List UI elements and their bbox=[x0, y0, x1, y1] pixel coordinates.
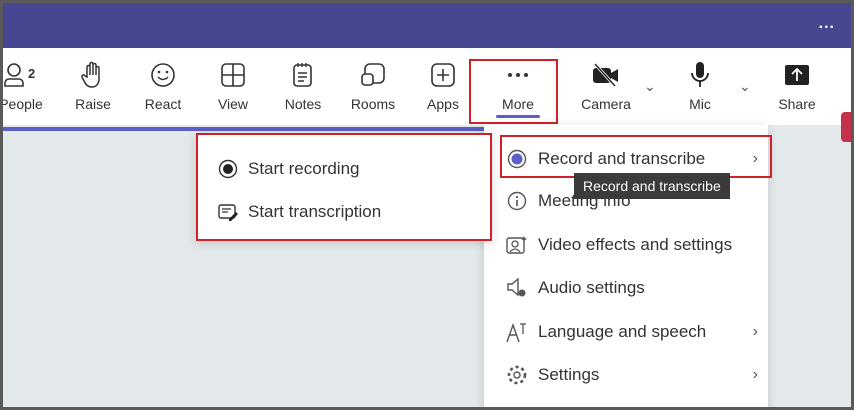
window-more-button[interactable]: ... bbox=[819, 15, 835, 33]
camera-label: Camera bbox=[581, 96, 631, 112]
raise-button[interactable]: Raise bbox=[63, 60, 123, 112]
tooltip: Record and transcribe bbox=[574, 173, 730, 199]
apps-label: Apps bbox=[427, 96, 459, 112]
mic-options-chevron-icon[interactable]: ⌄ bbox=[739, 78, 751, 95]
record-icon bbox=[218, 159, 238, 179]
start-transcription-item[interactable]: Start transcription bbox=[218, 202, 381, 222]
rooms-icon bbox=[343, 60, 403, 90]
menu-item-language-and-speech[interactable]: Language and speech › bbox=[484, 312, 768, 352]
transcription-icon bbox=[218, 203, 238, 221]
share-button[interactable]: Share bbox=[767, 60, 827, 112]
record-highlight bbox=[500, 135, 772, 178]
record-submenu: Start recording Start transcription bbox=[196, 133, 492, 241]
people-count: 2 bbox=[28, 66, 35, 81]
menu-item-label: Settings bbox=[538, 365, 600, 384]
info-icon bbox=[506, 191, 528, 211]
menu-item-audio-settings[interactable]: Audio settings bbox=[484, 268, 768, 308]
notes-button[interactable]: Notes bbox=[273, 60, 333, 112]
view-button[interactable]: View bbox=[203, 60, 263, 112]
meeting-toolbar: 2 People Raise React View Notes Rooms Ap… bbox=[3, 48, 851, 142]
toolbar-accent-line bbox=[3, 127, 488, 131]
start-transcription-label: Start transcription bbox=[248, 202, 382, 221]
raise-label: Raise bbox=[75, 96, 111, 112]
people-label: People bbox=[3, 96, 43, 112]
mic-label: Mic bbox=[689, 96, 711, 112]
notes-icon bbox=[273, 60, 333, 90]
menu-item-video-effects[interactable]: Video effects and settings bbox=[484, 225, 768, 265]
menu-item-label: Language and speech bbox=[538, 322, 707, 341]
chevron-right-icon: › bbox=[752, 366, 758, 383]
camera-off-icon bbox=[576, 60, 636, 90]
mic-button[interactable]: Mic bbox=[670, 60, 730, 112]
title-bar: ... bbox=[3, 3, 851, 48]
people-icon: 2 bbox=[3, 60, 51, 90]
apps-button[interactable]: Apps bbox=[413, 60, 473, 112]
video-effects-icon bbox=[506, 235, 528, 255]
chevron-right-icon: › bbox=[752, 323, 758, 340]
rooms-button[interactable]: Rooms bbox=[343, 60, 403, 112]
camera-options-chevron-icon[interactable]: ⌄ bbox=[644, 78, 656, 95]
leave-button[interactable] bbox=[841, 112, 851, 142]
menu-item-label: Video effects and settings bbox=[538, 235, 733, 254]
teams-meeting-window: ... 2 People Raise React View Notes Room… bbox=[3, 3, 851, 407]
add-icon bbox=[413, 60, 473, 90]
menu-item-settings[interactable]: Settings › bbox=[484, 355, 768, 395]
people-button[interactable]: 2 People bbox=[3, 60, 51, 112]
camera-button[interactable]: Camera bbox=[576, 60, 636, 112]
view-label: View bbox=[217, 96, 249, 112]
start-recording-item[interactable]: Start recording bbox=[218, 159, 360, 179]
share-label: Share bbox=[778, 96, 816, 112]
microphone-icon bbox=[670, 60, 730, 90]
speaker-settings-icon bbox=[506, 277, 528, 299]
more-active-indicator bbox=[496, 115, 540, 118]
react-label: React bbox=[144, 96, 182, 112]
grid-icon bbox=[203, 60, 263, 90]
more-menu: Record and transcribe › Meeting info Vid… bbox=[484, 125, 772, 407]
smiley-icon bbox=[133, 60, 193, 90]
react-button[interactable]: React bbox=[133, 60, 193, 112]
menu-item-label: Audio settings bbox=[538, 278, 645, 297]
hand-icon bbox=[63, 60, 123, 90]
notes-label: Notes bbox=[284, 96, 322, 112]
gear-icon bbox=[506, 364, 528, 386]
share-icon bbox=[767, 60, 827, 90]
language-icon bbox=[506, 321, 528, 343]
start-recording-label: Start recording bbox=[248, 159, 360, 178]
rooms-label: Rooms bbox=[350, 96, 396, 112]
